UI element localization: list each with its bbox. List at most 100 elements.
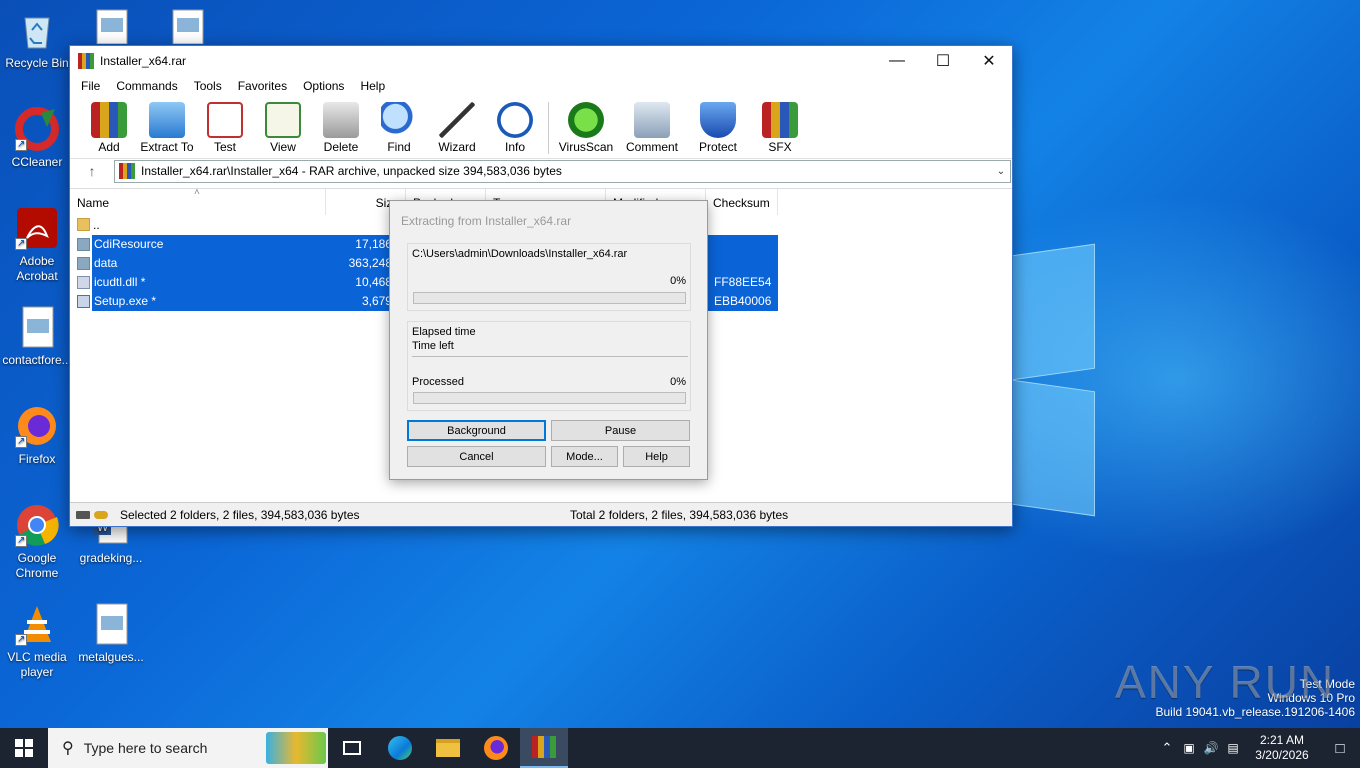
- toolbar-find-button[interactable]: Find: [370, 102, 428, 154]
- desktop-icon-vlc[interactable]: VLC media player: [0, 602, 74, 680]
- firefox-icon: [484, 736, 508, 760]
- toolbar-delete-button[interactable]: Delete: [312, 102, 370, 154]
- chevron-up-icon[interactable]: ⌃: [1156, 740, 1178, 756]
- taskbar-search-box[interactable]: ⚲ Type here to search: [48, 728, 328, 768]
- sort-arrow-icon: ˄: [194, 187, 200, 198]
- toolbar-add-button[interactable]: Add: [80, 102, 138, 154]
- desktop-icon-ccleaner[interactable]: CCleaner: [0, 107, 74, 170]
- processed-label: Processed: [412, 376, 464, 388]
- path-text: Installer_x64.rar\Installer_x64 - RAR ar…: [141, 164, 562, 178]
- desktop-icon-firefox[interactable]: Firefox: [0, 404, 74, 467]
- virusscan-bug-icon: [568, 102, 604, 138]
- status-total: Total 2 folders, 2 files, 394,583,036 by…: [570, 507, 789, 522]
- desktop-icon-contactfore[interactable]: contactfore...: [0, 305, 74, 368]
- file-name: Setup.exe *: [94, 294, 157, 308]
- toolbar: Add Extract To Test View Delete Find Wiz…: [70, 96, 1012, 158]
- desktop-icon-google-chrome[interactable]: Google Chrome: [0, 503, 74, 581]
- column-header-name[interactable]: Name ˄: [70, 187, 326, 215]
- vlc-icon: [15, 602, 59, 647]
- menu-tools[interactable]: Tools: [186, 79, 230, 93]
- desktop-icon-adobe-acrobat[interactable]: Adobe Acrobat: [0, 206, 74, 284]
- toolbar-extract-to-button[interactable]: Extract To: [138, 102, 196, 154]
- volume-icon[interactable]: 🔊: [1200, 741, 1222, 755]
- taskbar-edge[interactable]: [376, 728, 424, 768]
- title-bar[interactable]: Installer_x64.rar — ☐ ✕: [70, 46, 1012, 76]
- minimize-button[interactable]: —: [874, 46, 920, 76]
- extract-folder-icon: [149, 102, 185, 138]
- toolbar-virusscan-button[interactable]: VirusScan: [553, 102, 619, 154]
- background-button[interactable]: Background: [407, 420, 546, 441]
- taskbar-file-explorer[interactable]: [424, 728, 472, 768]
- image-file-icon: [89, 602, 133, 646]
- desktop-icon-label: Recycle Bin: [5, 56, 69, 70]
- toolbar-separator: [548, 102, 549, 154]
- menu-commands[interactable]: Commands: [108, 79, 185, 93]
- key-icon: [94, 510, 108, 519]
- divider: [412, 356, 688, 357]
- toolbar-view-button[interactable]: View: [254, 102, 312, 154]
- close-button[interactable]: ✕: [966, 46, 1012, 76]
- pause-button[interactable]: Pause: [551, 420, 690, 441]
- toolbar-info-button[interactable]: Info: [486, 102, 544, 154]
- view-book-icon: [265, 102, 301, 138]
- toolbar-label: Info: [504, 140, 525, 154]
- clock[interactable]: 2:21 AM 3/20/2026: [1244, 733, 1320, 763]
- toolbar-label: Comment: [625, 140, 678, 154]
- taskbar-winrar[interactable]: [520, 728, 568, 768]
- extraction-dialog[interactable]: Extracting from Installer_x64.rar C:\Use…: [389, 200, 708, 480]
- toolbar-protect-button[interactable]: Protect: [685, 102, 751, 154]
- windows-start-icon: [15, 739, 33, 757]
- folder-icon: [77, 257, 90, 270]
- toolbar-wizard-button[interactable]: Wizard: [428, 102, 486, 154]
- file-row-parent[interactable]: ..: [77, 216, 327, 235]
- file-name: ..: [93, 218, 100, 232]
- exe-file-icon: [77, 295, 90, 308]
- system-tray: ⌃ ▣ 🔊 ▤ 2:21 AM 3/20/2026 □: [1156, 728, 1360, 768]
- toolbar-sfx-button[interactable]: SFX: [751, 102, 809, 154]
- meet-now-icon[interactable]: ▣: [1178, 741, 1200, 755]
- sfx-box-icon: [762, 102, 798, 138]
- up-arrow-icon[interactable]: ↑: [70, 163, 114, 179]
- taskbar-firefox[interactable]: [472, 728, 520, 768]
- column-header-checksum[interactable]: Checksum: [706, 189, 778, 215]
- toolbar-comment-button[interactable]: Comment: [619, 102, 685, 154]
- status-bar: Selected 2 folders, 2 files, 394,583,036…: [70, 502, 1012, 526]
- info-icon: [497, 102, 533, 138]
- menu-file[interactable]: File: [73, 79, 108, 93]
- notification-icon[interactable]: □: [1320, 740, 1360, 757]
- file-progress-bar: [413, 292, 686, 304]
- chevron-down-icon[interactable]: ⌄: [992, 166, 1010, 177]
- desktop-icon-metalgues[interactable]: metalgues...: [74, 602, 148, 665]
- mode-button[interactable]: Mode...: [551, 446, 618, 467]
- add-archive-icon: [91, 102, 127, 138]
- file-checksum: EBB40006: [714, 294, 772, 308]
- help-button[interactable]: Help: [623, 446, 690, 467]
- desktop-icon-label: Firefox: [18, 452, 56, 466]
- task-view-button[interactable]: [328, 728, 376, 768]
- menu-options[interactable]: Options: [295, 79, 352, 93]
- file-name: CdiResource: [94, 237, 164, 251]
- winrar-icon: [532, 736, 556, 758]
- drive-icon: [76, 510, 90, 519]
- folder-icon: [436, 739, 460, 757]
- desktop-icon-label: Adobe Acrobat: [16, 254, 58, 283]
- desktop-icon-label: metalgues...: [78, 650, 144, 664]
- menu-favorites[interactable]: Favorites: [230, 79, 295, 93]
- toolbar-label: Delete: [323, 140, 359, 154]
- path-dropdown[interactable]: Installer_x64.rar\Installer_x64 - RAR ar…: [114, 159, 1011, 183]
- archive-path: C:\Users\admin\Downloads\Installer_x64.r…: [412, 248, 628, 260]
- start-button[interactable]: [0, 728, 48, 768]
- cancel-button[interactable]: Cancel: [407, 446, 546, 467]
- find-magnifier-icon: [381, 102, 417, 138]
- toolbar-test-button[interactable]: Test: [196, 102, 254, 154]
- firefox-icon: [15, 404, 59, 449]
- dll-file-icon: [77, 276, 90, 289]
- menu-help[interactable]: Help: [352, 79, 393, 93]
- network-icon[interactable]: ▤: [1222, 741, 1244, 755]
- desktop-icon-recycle-bin[interactable]: Recycle Bin: [0, 8, 74, 71]
- dialog-title: Extracting from Installer_x64.rar: [401, 214, 572, 228]
- maximize-button[interactable]: ☐: [920, 46, 966, 76]
- timing-group: Elapsed time Time left Processed 0%: [407, 321, 691, 411]
- file-name: data: [94, 256, 118, 270]
- toolbar-label: SFX: [768, 140, 792, 154]
